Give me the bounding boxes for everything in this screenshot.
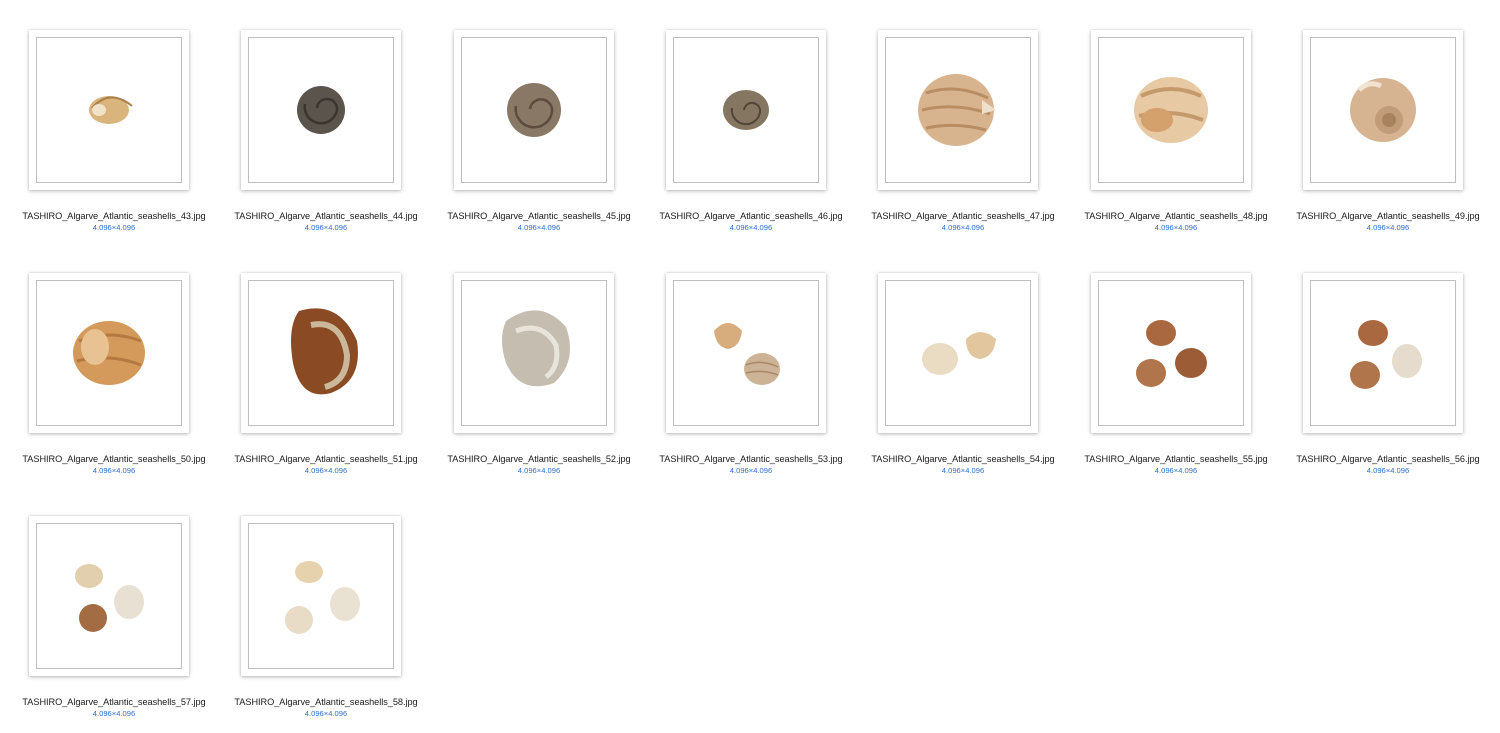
file-item[interactable]: TASHIRO_Algarve_Atlantic_seashells_51.jp… bbox=[220, 273, 432, 503]
seashell-thumbnail-icon bbox=[1098, 280, 1244, 426]
corner-mark bbox=[1493, 727, 1497, 730]
seashell-thumbnail-icon bbox=[36, 37, 182, 183]
thumbnail-frame[interactable] bbox=[29, 516, 189, 676]
file-name[interactable]: TASHIRO_Algarve_Atlantic_seashells_56.jp… bbox=[1282, 454, 1494, 464]
seashell-thumbnail-icon bbox=[36, 523, 182, 669]
file-item[interactable]: TASHIRO_Algarve_Atlantic_seashells_47.jp… bbox=[857, 30, 1069, 260]
file-dimensions: 4.096×4.096 bbox=[92, 466, 136, 475]
file-item[interactable]: TASHIRO_Algarve_Atlantic_seashells_55.jp… bbox=[1070, 273, 1282, 503]
file-dimensions: 4.096×4.096 bbox=[1366, 466, 1410, 475]
seashell-thumbnail-icon bbox=[248, 37, 394, 183]
seashell-thumbnail-icon bbox=[885, 280, 1031, 426]
file-name[interactable]: TASHIRO_Algarve_Atlantic_seashells_47.jp… bbox=[857, 211, 1069, 221]
file-name[interactable]: TASHIRO_Algarve_Atlantic_seashells_49.jp… bbox=[1282, 211, 1494, 221]
file-item[interactable]: TASHIRO_Algarve_Atlantic_seashells_44.jp… bbox=[220, 30, 432, 260]
file-item[interactable]: TASHIRO_Algarve_Atlantic_seashells_46.jp… bbox=[645, 30, 857, 260]
file-dimensions: 4.096×4.096 bbox=[941, 223, 985, 232]
thumbnail-frame[interactable] bbox=[1303, 273, 1463, 433]
file-item[interactable]: TASHIRO_Algarve_Atlantic_seashells_48.jp… bbox=[1070, 30, 1282, 260]
file-name[interactable]: TASHIRO_Algarve_Atlantic_seashells_57.jp… bbox=[8, 697, 220, 707]
file-item[interactable]: TASHIRO_Algarve_Atlantic_seashells_54.jp… bbox=[857, 273, 1069, 503]
file-dimensions: 4.096×4.096 bbox=[729, 223, 773, 232]
file-dimensions: 4.096×4.096 bbox=[517, 466, 561, 475]
file-dimensions: 4.096×4.096 bbox=[1154, 223, 1198, 232]
file-item[interactable]: TASHIRO_Algarve_Atlantic_seashells_56.jp… bbox=[1282, 273, 1494, 503]
seashell-thumbnail-icon bbox=[461, 37, 607, 183]
file-dimensions: 4.096×4.096 bbox=[304, 466, 348, 475]
file-item[interactable]: TASHIRO_Algarve_Atlantic_seashells_49.jp… bbox=[1282, 30, 1494, 260]
file-name[interactable]: TASHIRO_Algarve_Atlantic_seashells_58.jp… bbox=[220, 697, 432, 707]
file-item[interactable]: TASHIRO_Algarve_Atlantic_seashells_52.jp… bbox=[433, 273, 645, 503]
seashell-thumbnail-icon bbox=[1310, 37, 1456, 183]
thumbnail-frame[interactable] bbox=[666, 273, 826, 433]
seashell-thumbnail-icon bbox=[36, 280, 182, 426]
thumbnail-frame[interactable] bbox=[29, 30, 189, 190]
seashell-thumbnail-icon bbox=[248, 523, 394, 669]
thumbnail-frame[interactable] bbox=[454, 30, 614, 190]
seashell-thumbnail-icon bbox=[248, 280, 394, 426]
thumbnail-frame[interactable] bbox=[1303, 30, 1463, 190]
thumbnail-frame[interactable] bbox=[241, 30, 401, 190]
file-item[interactable]: TASHIRO_Algarve_Atlantic_seashells_45.jp… bbox=[433, 30, 645, 260]
thumbnail-frame[interactable] bbox=[1091, 273, 1251, 433]
seashell-thumbnail-icon bbox=[673, 280, 819, 426]
file-name[interactable]: TASHIRO_Algarve_Atlantic_seashells_46.jp… bbox=[645, 211, 857, 221]
file-name[interactable]: TASHIRO_Algarve_Atlantic_seashells_54.jp… bbox=[857, 454, 1069, 464]
file-name[interactable]: TASHIRO_Algarve_Atlantic_seashells_53.jp… bbox=[645, 454, 857, 464]
seashell-thumbnail-icon bbox=[461, 280, 607, 426]
file-dimensions: 4.096×4.096 bbox=[941, 466, 985, 475]
file-name[interactable]: TASHIRO_Algarve_Atlantic_seashells_52.jp… bbox=[433, 454, 645, 464]
file-item[interactable]: TASHIRO_Algarve_Atlantic_seashells_53.jp… bbox=[645, 273, 857, 503]
seashell-thumbnail-icon bbox=[885, 37, 1031, 183]
file-dimensions: 4.096×4.096 bbox=[304, 709, 348, 718]
file-item[interactable]: TASHIRO_Algarve_Atlantic_seashells_43.jp… bbox=[8, 30, 220, 260]
seashell-thumbnail-icon bbox=[1310, 280, 1456, 426]
file-grid: TASHIRO_Algarve_Atlantic_seashells_43.jp… bbox=[0, 0, 1500, 733]
file-name[interactable]: TASHIRO_Algarve_Atlantic_seashells_48.jp… bbox=[1070, 211, 1282, 221]
file-name[interactable]: TASHIRO_Algarve_Atlantic_seashells_50.jp… bbox=[8, 454, 220, 464]
file-dimensions: 4.096×4.096 bbox=[517, 223, 561, 232]
thumbnail-frame[interactable] bbox=[241, 273, 401, 433]
file-dimensions: 4.096×4.096 bbox=[729, 466, 773, 475]
file-dimensions: 4.096×4.096 bbox=[304, 223, 348, 232]
file-name[interactable]: TASHIRO_Algarve_Atlantic_seashells_51.jp… bbox=[220, 454, 432, 464]
file-item[interactable]: TASHIRO_Algarve_Atlantic_seashells_57.jp… bbox=[8, 516, 220, 733]
thumbnail-frame[interactable] bbox=[29, 273, 189, 433]
thumbnail-frame[interactable] bbox=[1091, 30, 1251, 190]
file-dimensions: 4.096×4.096 bbox=[92, 223, 136, 232]
file-dimensions: 4.096×4.096 bbox=[1154, 466, 1198, 475]
file-dimensions: 4.096×4.096 bbox=[92, 709, 136, 718]
seashell-thumbnail-icon bbox=[673, 37, 819, 183]
thumbnail-frame[interactable] bbox=[878, 273, 1038, 433]
thumbnail-frame[interactable] bbox=[878, 30, 1038, 190]
file-name[interactable]: TASHIRO_Algarve_Atlantic_seashells_45.jp… bbox=[433, 211, 645, 221]
file-dimensions: 4.096×4.096 bbox=[1366, 223, 1410, 232]
thumbnail-frame[interactable] bbox=[241, 516, 401, 676]
file-name[interactable]: TASHIRO_Algarve_Atlantic_seashells_55.jp… bbox=[1070, 454, 1282, 464]
thumbnail-frame[interactable] bbox=[666, 30, 826, 190]
file-name[interactable]: TASHIRO_Algarve_Atlantic_seashells_43.jp… bbox=[8, 211, 220, 221]
file-name[interactable]: TASHIRO_Algarve_Atlantic_seashells_44.jp… bbox=[220, 211, 432, 221]
file-item[interactable]: TASHIRO_Algarve_Atlantic_seashells_58.jp… bbox=[220, 516, 432, 733]
thumbnail-frame[interactable] bbox=[454, 273, 614, 433]
seashell-thumbnail-icon bbox=[1098, 37, 1244, 183]
file-item[interactable]: TASHIRO_Algarve_Atlantic_seashells_50.jp… bbox=[8, 273, 220, 503]
